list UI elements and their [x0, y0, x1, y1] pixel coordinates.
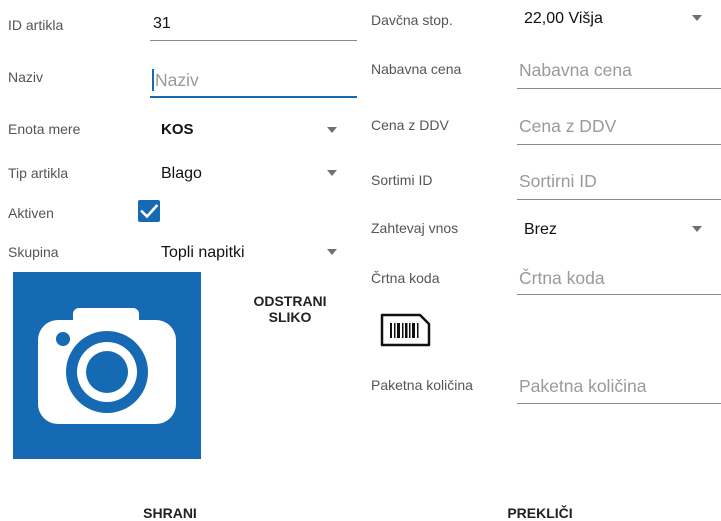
- type-label: Tip artikla: [8, 165, 69, 181]
- text-cursor: [152, 69, 154, 91]
- remove-image-label-line1: ODSTRANI: [253, 293, 327, 309]
- barcode-label: Črtna koda: [371, 270, 440, 286]
- active-checkbox[interactable]: [138, 200, 160, 222]
- name-underline-focused: [150, 96, 357, 98]
- check-icon: [140, 204, 159, 219]
- require-label: Zahtevaj vnos: [371, 220, 459, 236]
- barcode-underline: [517, 294, 721, 295]
- name-label: Naziv: [8, 69, 44, 85]
- require-select[interactable]: Brez: [524, 221, 557, 239]
- unit-select[interactable]: KOS: [161, 121, 194, 138]
- name-input[interactable]: Naziv: [155, 70, 199, 91]
- price-underline: [517, 144, 721, 145]
- barcode-icon: [380, 313, 431, 347]
- id-label: ID artikla: [8, 17, 64, 33]
- sort-input[interactable]: Sortirni ID: [519, 171, 597, 192]
- group-label: Skupina: [8, 244, 59, 260]
- tax-select[interactable]: 22,00 Višja: [524, 10, 603, 28]
- purchase-label: Nabavna cena: [371, 61, 462, 77]
- sort-label: Sortimi ID: [371, 172, 433, 188]
- require-dropdown-icon[interactable]: [692, 226, 702, 232]
- item-image[interactable]: [13, 272, 201, 459]
- unit-label: Enota mere: [8, 121, 81, 137]
- purchase-input[interactable]: Nabavna cena: [519, 60, 632, 81]
- type-dropdown-icon[interactable]: [327, 170, 337, 176]
- purchase-underline: [517, 88, 721, 89]
- id-underline: [150, 40, 357, 41]
- group-select[interactable]: Topli napitki: [161, 244, 245, 262]
- camera-icon: [38, 308, 176, 424]
- tax-label: Davčna stop.: [371, 12, 453, 28]
- remove-image-button[interactable]: ODSTRANI SLIKO: [240, 293, 340, 325]
- tax-dropdown-icon[interactable]: [692, 15, 702, 21]
- price-input[interactable]: Cena z DDV: [519, 116, 616, 137]
- price-label: Cena z DDV: [371, 117, 449, 133]
- remove-image-label-line2: SLIKO: [268, 309, 312, 325]
- sort-underline: [517, 199, 721, 200]
- package-input[interactable]: Paketna količina: [519, 376, 646, 397]
- barcode-input[interactable]: Črtna koda: [519, 268, 605, 289]
- id-value[interactable]: 31: [153, 15, 171, 33]
- barcode-scan-button[interactable]: [377, 311, 434, 349]
- unit-dropdown-icon[interactable]: [327, 127, 337, 133]
- active-label: Aktiven: [8, 205, 54, 221]
- group-dropdown-icon[interactable]: [327, 249, 337, 255]
- package-label: Paketna količina: [371, 377, 473, 393]
- type-select[interactable]: Blago: [161, 165, 202, 183]
- package-underline: [517, 403, 721, 404]
